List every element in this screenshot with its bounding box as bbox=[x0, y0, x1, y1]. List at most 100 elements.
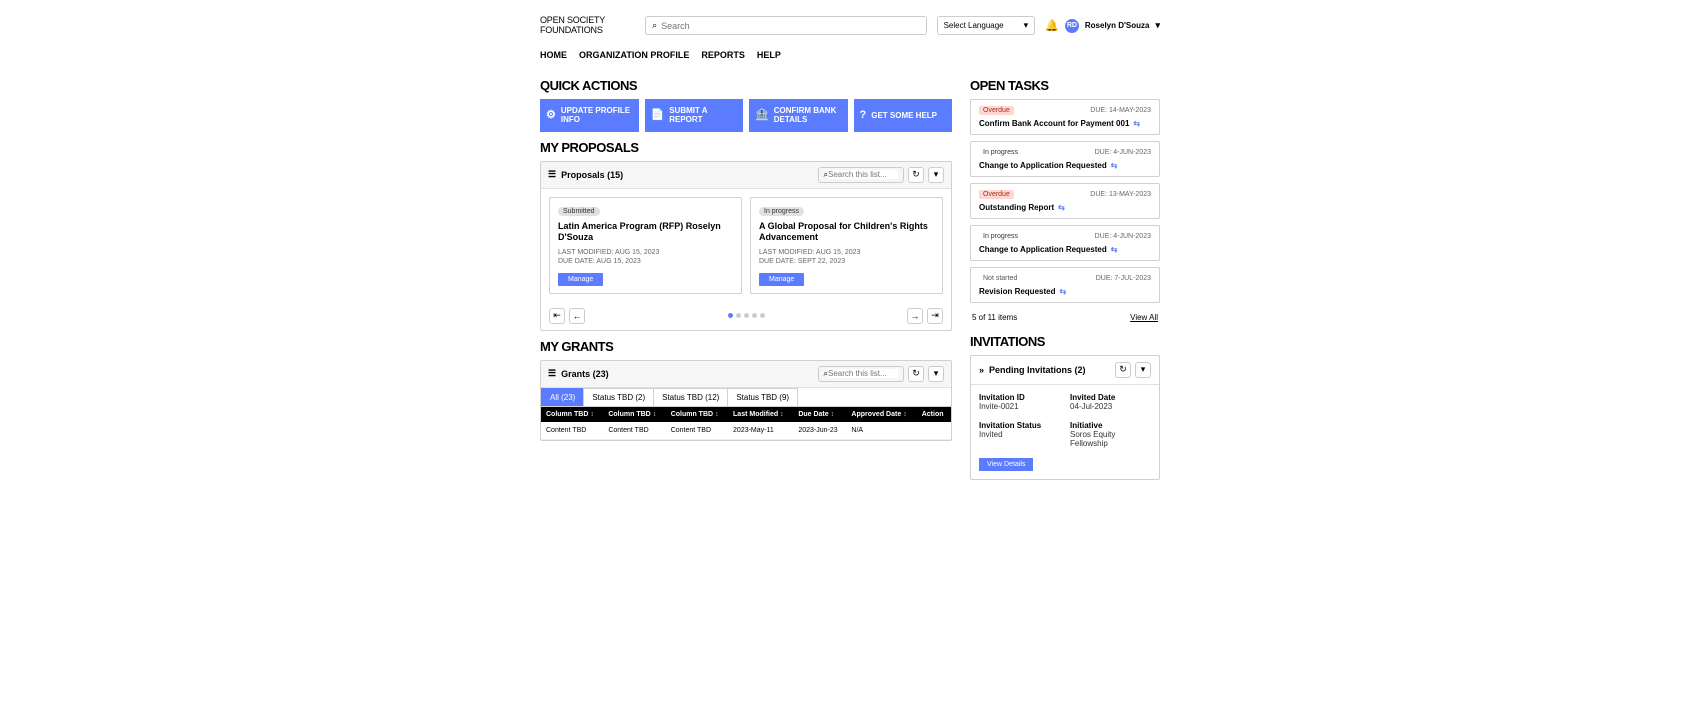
update-profile-button[interactable]: ⚙ UPDATE PROFILE INFO bbox=[540, 99, 639, 132]
refresh-button[interactable]: ↻ bbox=[908, 167, 924, 183]
view-details-button[interactable]: View Details bbox=[979, 458, 1033, 471]
manage-button[interactable]: Manage bbox=[558, 273, 603, 286]
grants-panel: ☰ Grants (23) ⌕ ↻ ▾ All (23) Status TB bbox=[540, 360, 952, 441]
qa-update-label: UPDATE PROFILE INFO bbox=[561, 106, 633, 125]
bank-icon: 🏦 bbox=[755, 109, 769, 122]
chevron-down-icon: ▾ bbox=[1024, 20, 1029, 31]
view-all-link[interactable]: View All bbox=[1130, 313, 1158, 322]
logo-line2: FOUNDATIONS bbox=[540, 26, 605, 36]
expand-button[interactable]: ▾ bbox=[928, 366, 944, 382]
nav-org-profile[interactable]: ORGANIZATION PROFILE bbox=[579, 50, 689, 60]
pager-prev-button[interactable]: ← bbox=[569, 308, 585, 324]
last-modified: LAST MODIFIED: AUG 15, 2023 bbox=[558, 249, 733, 256]
pager-first-button[interactable]: ⇤ bbox=[549, 308, 565, 324]
global-search[interactable]: ⌕ bbox=[645, 16, 926, 35]
task-title-text: Change to Application Requested bbox=[979, 245, 1107, 254]
expand-button[interactable]: ▾ bbox=[928, 167, 944, 183]
task-card[interactable]: In progress DUE: 4-JUN-2023 Change to Ap… bbox=[970, 225, 1160, 261]
proposals-panel-title: Proposals (15) bbox=[561, 170, 623, 180]
table-header-row: Column TBD↕ Column TBD↕ Column TBD↕ Last… bbox=[541, 407, 951, 422]
grants-search-input[interactable] bbox=[828, 369, 898, 378]
proposals-pager: ⇤ ← → ⇥ bbox=[541, 302, 951, 330]
refresh-button[interactable]: ↻ bbox=[1115, 362, 1131, 378]
col-header[interactable]: Column TBD↕ bbox=[603, 407, 665, 422]
qa-confirm-label: CONFIRM BANK DETAILS bbox=[774, 106, 842, 125]
submit-report-button[interactable]: 📄 SUBMIT A REPORT bbox=[645, 99, 744, 132]
last-modified: LAST MODIFIED: AUG 15, 2023 bbox=[759, 249, 934, 256]
task-card[interactable]: Not started DUE: 7-JUL-2023 Revision Req… bbox=[970, 267, 1160, 303]
language-label: Select Language bbox=[944, 21, 1004, 30]
col-header[interactable]: Approved Date↕ bbox=[846, 407, 916, 422]
col-header: Action bbox=[917, 407, 951, 422]
nav-help[interactable]: HELP bbox=[757, 50, 781, 60]
invitations-panel-title: Pending Invitations (2) bbox=[989, 365, 1086, 375]
open-tasks-heading: OPEN TASKS bbox=[970, 78, 1160, 93]
quick-actions-row: ⚙ UPDATE PROFILE INFO 📄 SUBMIT A REPORT … bbox=[540, 99, 952, 132]
proposals-search-input[interactable] bbox=[828, 170, 898, 179]
inv-date-value: 04-Jul-2023 bbox=[1070, 402, 1151, 411]
col-header[interactable]: Column TBD↕ bbox=[541, 407, 603, 422]
tab-status-3[interactable]: Status TBD (9) bbox=[727, 388, 798, 406]
get-help-button[interactable]: ? GET SOME HELP bbox=[854, 99, 953, 132]
pager-next-button[interactable]: → bbox=[907, 308, 923, 324]
cell: Content TBD bbox=[603, 422, 665, 440]
manage-button[interactable]: Manage bbox=[759, 273, 804, 286]
proposals-search[interactable]: ⌕ bbox=[818, 167, 904, 183]
expand-button[interactable]: ▾ bbox=[1135, 362, 1151, 378]
logo: OPEN SOCIETY FOUNDATIONS bbox=[540, 16, 605, 36]
invitations-head: » Pending Invitations (2) ↻ ▾ bbox=[971, 356, 1159, 385]
bell-icon[interactable]: 🔔 bbox=[1045, 19, 1059, 32]
cell: N/A bbox=[846, 422, 916, 440]
col-header[interactable]: Last Modified↕ bbox=[728, 407, 793, 422]
task-due: DUE: 7-JUL-2023 bbox=[1096, 275, 1151, 282]
due-date: DUE DATE: AUG 15, 2023 bbox=[558, 258, 733, 265]
task-status: Not started bbox=[979, 274, 1021, 283]
table-row[interactable]: Content TBD Content TBD Content TBD 2023… bbox=[541, 422, 951, 440]
tasks-count: 5 of 11 items bbox=[972, 313, 1017, 322]
task-title-text: Outstanding Report bbox=[979, 203, 1054, 212]
refresh-button[interactable]: ↻ bbox=[908, 366, 924, 382]
collapse-icon[interactable]: » bbox=[979, 365, 984, 375]
panel-icon: ☰ bbox=[548, 169, 556, 180]
nav-reports[interactable]: REPORTS bbox=[701, 50, 745, 60]
search-input[interactable] bbox=[661, 21, 919, 31]
task-status: Overdue bbox=[979, 190, 1014, 199]
task-status: In progress bbox=[979, 232, 1022, 241]
status-badge: In progress bbox=[759, 207, 804, 216]
proposal-card: In progress A Global Proposal for Childr… bbox=[750, 197, 943, 294]
confirm-bank-button[interactable]: 🏦 CONFIRM BANK DETAILS bbox=[749, 99, 848, 132]
proposal-cards: Submitted Latin America Program (RFP) Ro… bbox=[541, 189, 951, 302]
sort-icon: ↕ bbox=[831, 411, 835, 418]
task-due: DUE: 4-JUN-2023 bbox=[1095, 233, 1151, 240]
task-title-text: Revision Requested bbox=[979, 287, 1055, 296]
pager-last-button[interactable]: ⇥ bbox=[927, 308, 943, 324]
pager-dot[interactable] bbox=[744, 313, 749, 318]
nav-home[interactable]: HOME bbox=[540, 50, 567, 60]
tasks-list: Overdue DUE: 14-MAY-2023 Confirm Bank Ac… bbox=[970, 99, 1160, 303]
task-card[interactable]: In progress DUE: 4-JUN-2023 Change to Ap… bbox=[970, 141, 1160, 177]
invitation-card: Invitation ID Invite-0021 Invited Date 0… bbox=[971, 385, 1159, 479]
due-date: DUE DATE: SEPT 22, 2023 bbox=[759, 258, 934, 265]
pager-dot[interactable] bbox=[752, 313, 757, 318]
pager-dot[interactable] bbox=[736, 313, 741, 318]
col-header[interactable]: Due Date↕ bbox=[793, 407, 846, 422]
user-menu[interactable]: 🔔 RD Roselyn D'Souza ▾ bbox=[1045, 19, 1160, 33]
tab-status-1[interactable]: Status TBD (2) bbox=[583, 388, 654, 406]
task-card[interactable]: Overdue DUE: 13-MAY-2023 Outstanding Rep… bbox=[970, 183, 1160, 219]
tab-all[interactable]: All (23) bbox=[541, 388, 584, 406]
link-icon: ⇆ bbox=[1059, 287, 1066, 296]
link-icon: ⇆ bbox=[1111, 245, 1118, 254]
grants-search[interactable]: ⌕ bbox=[818, 366, 904, 382]
link-icon: ⇆ bbox=[1058, 203, 1065, 212]
pager-dots bbox=[728, 313, 765, 318]
tab-status-2[interactable]: Status TBD (12) bbox=[653, 388, 728, 406]
sort-icon: ↕ bbox=[715, 411, 719, 418]
pager-dot[interactable] bbox=[728, 313, 733, 318]
col-header[interactable]: Column TBD↕ bbox=[666, 407, 728, 422]
grants-panel-title: Grants (23) bbox=[561, 369, 609, 379]
link-icon: ⇆ bbox=[1111, 161, 1118, 170]
pager-dot[interactable] bbox=[760, 313, 765, 318]
task-card[interactable]: Overdue DUE: 14-MAY-2023 Confirm Bank Ac… bbox=[970, 99, 1160, 135]
language-select[interactable]: Select Language ▾ bbox=[937, 16, 1036, 35]
sort-icon: ↕ bbox=[903, 411, 907, 418]
